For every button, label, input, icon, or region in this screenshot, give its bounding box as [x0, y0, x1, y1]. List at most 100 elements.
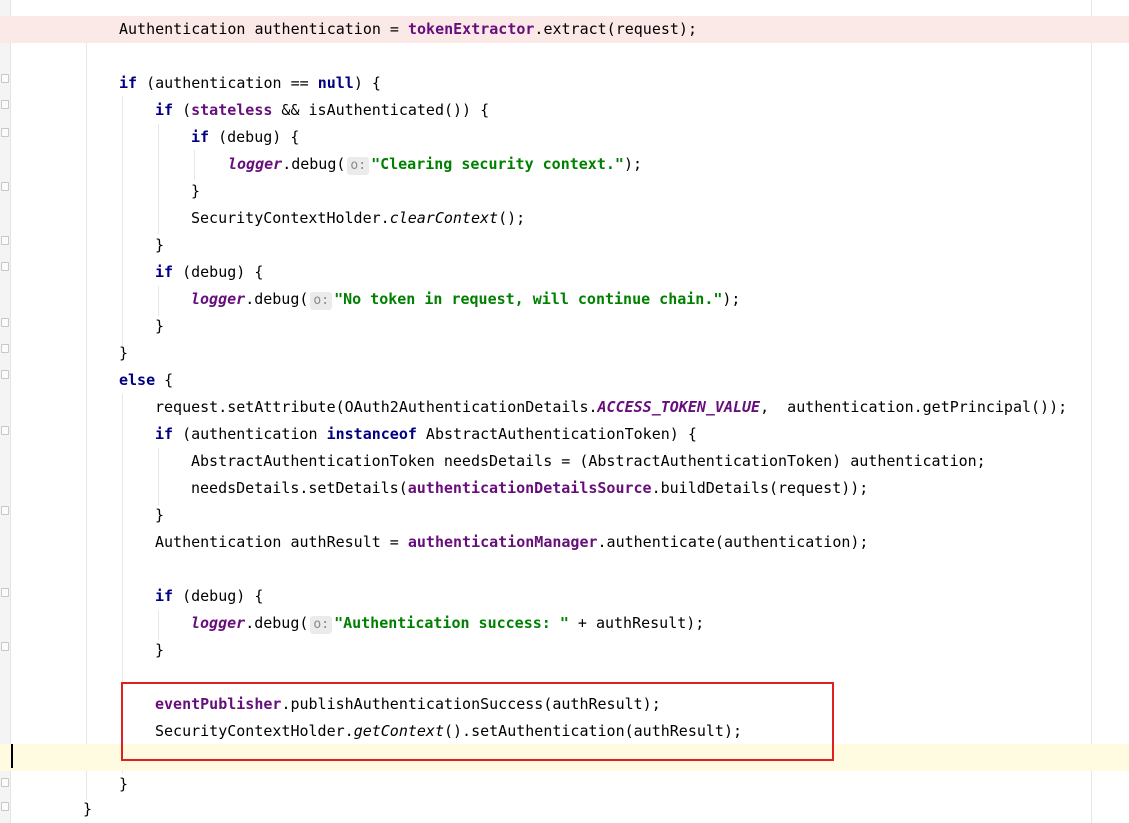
code-line[interactable]: }: [0, 796, 1129, 823]
code-token: );: [623, 155, 642, 173]
code-token: if: [155, 587, 174, 605]
code-token: (debug) {: [209, 128, 300, 146]
code-token: ) {: [353, 74, 381, 92]
code-token: AbstractAuthenticationToken) {: [416, 425, 697, 443]
code-editor[interactable]: Authentication authentication = tokenExt…: [0, 0, 1129, 823]
code-token: else: [119, 371, 156, 389]
code-text: }: [155, 232, 164, 259]
code-text: needsDetails.setDetails(authenticationDe…: [191, 475, 868, 502]
code-token: (authentication ==: [137, 74, 318, 92]
code-token: logger: [228, 155, 283, 173]
code-token: if: [155, 101, 174, 119]
code-token: }: [155, 317, 165, 335]
code-token: SecurityContextHolder.: [191, 209, 390, 227]
code-token: ();: [498, 209, 526, 227]
code-line[interactable]: logger.debug(o: "Authentication success: …: [0, 610, 1129, 637]
code-line[interactable]: }: [0, 340, 1129, 367]
code-token: tokenExtractor: [407, 20, 535, 38]
code-token: Authentication authResult =: [155, 533, 408, 551]
code-token: null: [317, 74, 354, 92]
code-token: request.setAttribute(OAuth2Authenticatio…: [155, 398, 598, 416]
code-line[interactable]: if (debug) {: [0, 124, 1129, 151]
code-token: + authResult);: [568, 614, 705, 632]
code-token: }: [119, 775, 129, 793]
code-line[interactable]: AbstractAuthenticationToken needsDetails…: [0, 448, 1129, 475]
code-token: }: [155, 641, 165, 659]
text-caret: [11, 744, 13, 768]
code-token: {: [155, 371, 174, 389]
code-line[interactable]: Authentication authResult = authenticati…: [0, 529, 1129, 556]
code-line[interactable]: }: [0, 502, 1129, 529]
code-text: logger.debug(o: "Clearing security contex…: [228, 151, 642, 178]
code-text: }: [191, 178, 200, 205]
code-token: .extract(request);: [534, 20, 697, 38]
code-text: SecurityContextHolder.clearContext();: [191, 205, 525, 232]
code-token: }: [155, 506, 165, 524]
code-line[interactable]: if (debug) {: [0, 583, 1129, 610]
code-line[interactable]: if (stateless && isAuthenticated()) {: [0, 97, 1129, 124]
code-token: AbstractAuthenticationToken needsDetails…: [191, 452, 986, 470]
code-token: (: [173, 101, 192, 119]
code-text: }: [119, 340, 128, 367]
code-text: Authentication authResult = authenticati…: [155, 529, 868, 556]
code-token: (debug) {: [173, 587, 264, 605]
code-line[interactable]: logger.debug(o: "No token in request, wil…: [0, 286, 1129, 313]
highlight-annotation-box: [121, 682, 834, 761]
code-token: (debug) {: [173, 263, 264, 281]
code-line[interactable]: if (debug) {: [0, 259, 1129, 286]
code-token: .debug(: [245, 614, 309, 632]
code-token: authenticationManager: [407, 533, 598, 551]
code-text: else {: [119, 367, 173, 394]
code-line[interactable]: request.setAttribute(OAuth2Authenticatio…: [0, 394, 1129, 421]
code-token: .buildDetails(request));: [651, 479, 869, 497]
code-token: }: [191, 182, 201, 200]
code-text: if (stateless && isAuthenticated()) {: [155, 97, 489, 124]
code-token: .debug(: [282, 155, 346, 173]
code-line[interactable]: else {: [0, 367, 1129, 394]
code-token: (authentication: [173, 425, 327, 443]
code-text: }: [155, 637, 164, 664]
code-line[interactable]: needsDetails.setDetails(authenticationDe…: [0, 475, 1129, 502]
code-text: logger.debug(o: "Authentication success: …: [191, 610, 704, 637]
code-line[interactable]: }: [0, 771, 1129, 798]
code-token: .debug(: [245, 290, 309, 308]
code-text: Authentication authentication = tokenExt…: [119, 16, 697, 43]
code-text: if (authentication == null) {: [119, 70, 381, 97]
code-token: .authenticate(authentication);: [597, 533, 869, 551]
code-text: if (debug) {: [191, 124, 299, 151]
code-line[interactable]: }: [0, 232, 1129, 259]
code-text: logger.debug(o: "No token in request, wil…: [191, 286, 740, 313]
code-line[interactable]: Authentication authentication = tokenExt…: [0, 16, 1129, 43]
code-token: ACCESS_TOKEN_VALUE: [597, 398, 761, 416]
code-text: if (debug) {: [155, 583, 263, 610]
code-token: "Authentication success: ": [334, 614, 569, 632]
code-token: "No token in request, will continue chai…: [334, 290, 723, 308]
code-text: }: [119, 771, 128, 798]
code-token: Authentication authentication =: [119, 20, 408, 38]
parameter-hint: o:: [310, 616, 333, 634]
code-line[interactable]: SecurityContextHolder.clearContext();: [0, 205, 1129, 232]
code-token: if: [155, 425, 174, 443]
code-line[interactable]: }: [0, 637, 1129, 664]
code-line[interactable]: }: [0, 313, 1129, 340]
code-line[interactable]: logger.debug(o: "Clearing security contex…: [0, 151, 1129, 178]
code-text: if (authentication instanceof AbstractAu…: [155, 421, 697, 448]
code-token: needsDetails.setDetails(: [191, 479, 408, 497]
code-text: }: [83, 796, 92, 823]
code-token: authenticationDetailsSource: [407, 479, 652, 497]
code-token: , authentication.getPrincipal());: [760, 398, 1068, 416]
code-token: if: [191, 128, 210, 146]
code-token: }: [83, 800, 93, 818]
code-line[interactable]: }: [0, 178, 1129, 205]
code-token: logger: [191, 290, 246, 308]
code-token: && isAuthenticated()) {: [272, 101, 490, 119]
code-token: }: [119, 344, 129, 362]
code-line[interactable]: if (authentication == null) {: [0, 70, 1129, 97]
code-token: logger: [191, 614, 246, 632]
code-text: request.setAttribute(OAuth2Authenticatio…: [155, 394, 1067, 421]
code-token: if: [119, 74, 138, 92]
code-text: }: [155, 313, 164, 340]
code-line[interactable]: if (authentication instanceof AbstractAu…: [0, 421, 1129, 448]
code-text: AbstractAuthenticationToken needsDetails…: [191, 448, 986, 475]
code-token: instanceof: [326, 425, 417, 443]
